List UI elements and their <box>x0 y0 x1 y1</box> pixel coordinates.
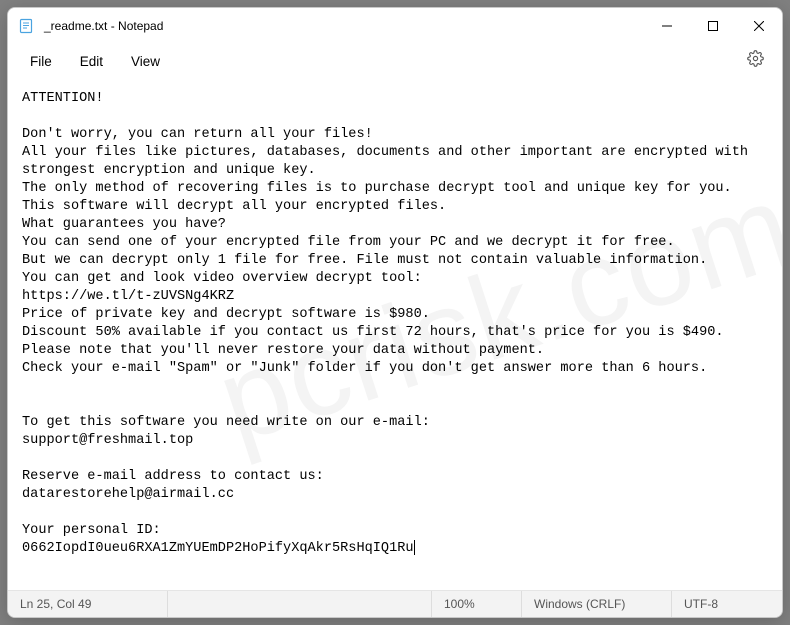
status-line-ending: Windows (CRLF) <box>522 591 672 617</box>
statusbar: Ln 25, Col 49 100% Windows (CRLF) UTF-8 <box>8 590 782 617</box>
text-cursor <box>414 540 415 555</box>
window-controls <box>644 8 782 44</box>
notepad-icon <box>18 18 34 34</box>
menu-file[interactable]: File <box>16 48 66 75</box>
maximize-button[interactable] <box>690 8 736 44</box>
notepad-window: pcrisk.com _readme.txt - Notepad <box>7 7 783 618</box>
close-button[interactable] <box>736 8 782 44</box>
menu-list: File Edit View <box>16 48 174 75</box>
text-editor[interactable]: ATTENTION! Don't worry, you can return a… <box>8 78 782 590</box>
menubar: File Edit View <box>8 44 782 78</box>
status-spacer <box>168 591 432 617</box>
gear-icon <box>747 50 764 72</box>
titlebar: _readme.txt - Notepad <box>8 8 782 44</box>
status-position: Ln 25, Col 49 <box>8 591 168 617</box>
menu-edit[interactable]: Edit <box>66 48 117 75</box>
settings-button[interactable] <box>737 44 774 78</box>
window-title: _readme.txt - Notepad <box>44 19 644 33</box>
status-encoding: UTF-8 <box>672 591 782 617</box>
status-zoom: 100% <box>432 591 522 617</box>
menu-view[interactable]: View <box>117 48 174 75</box>
minimize-button[interactable] <box>644 8 690 44</box>
